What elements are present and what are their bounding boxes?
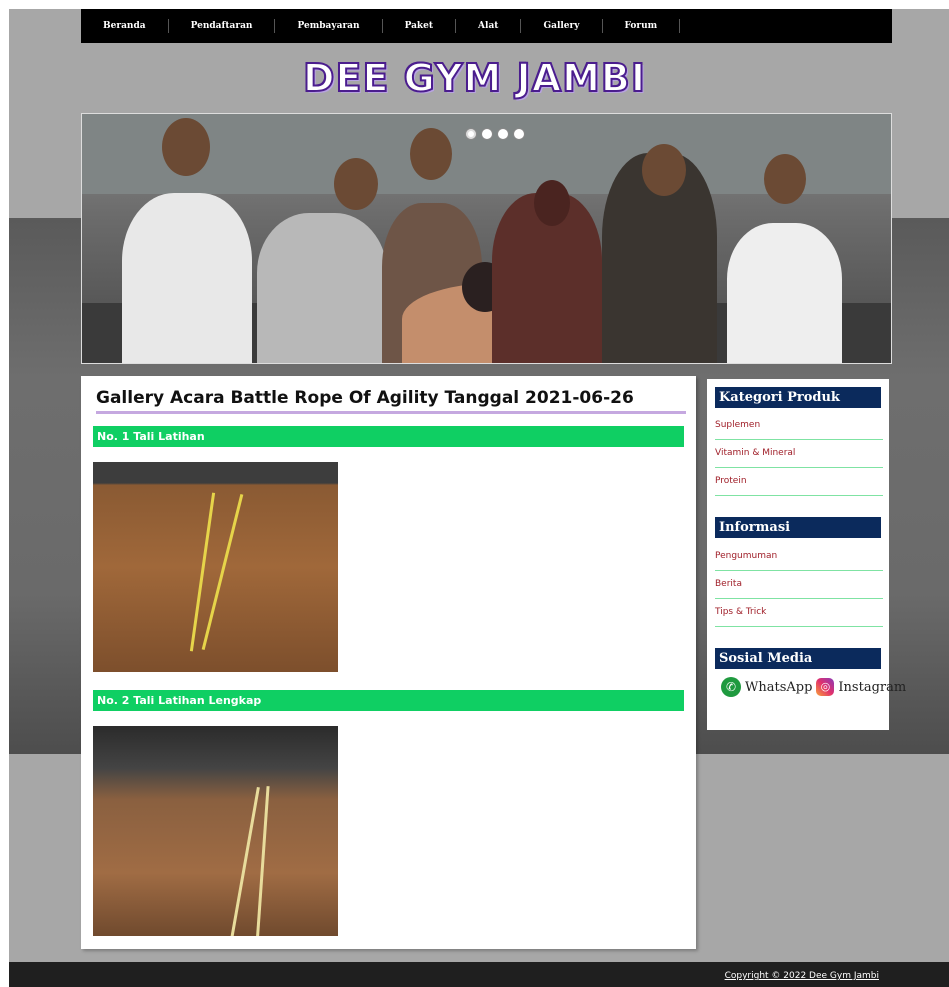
sidebar-link-pengumuman[interactable]: Pengumuman — [715, 543, 883, 571]
hero-slider — [81, 113, 892, 364]
nav-item-pembayaran[interactable]: Pembayaran — [275, 19, 383, 33]
footer: Copyright © 2022 Dee Gym Jambi — [9, 962, 949, 987]
page-title: Gallery Acara Battle Rope Of Agility Tan… — [96, 388, 686, 414]
main-content: Gallery Acara Battle Rope Of Agility Tan… — [81, 376, 696, 949]
whatsapp-link[interactable]: WhatsApp — [745, 680, 812, 695]
nav-item-forum[interactable]: Forum — [603, 19, 681, 33]
nav-item-paket[interactable]: Paket — [383, 19, 457, 33]
slider-dot[interactable] — [465, 128, 477, 140]
slider-dots — [465, 128, 525, 140]
nav-item-pendaftaran[interactable]: Pendaftaran — [169, 19, 276, 33]
gallery-photo[interactable] — [93, 726, 338, 936]
slider-dot[interactable] — [481, 128, 493, 140]
sidebar-link-tips-trick[interactable]: Tips & Trick — [715, 599, 883, 627]
instagram-link[interactable]: Instagram — [838, 680, 906, 695]
sidebar-heading-informasi: Informasi — [715, 517, 881, 538]
slider-dot[interactable] — [513, 128, 525, 140]
gallery-photo[interactable] — [93, 462, 338, 672]
rope-illustration — [255, 786, 270, 936]
sidebar-heading-kategori: Kategori Produk — [715, 387, 881, 408]
hero-person-head — [764, 154, 806, 204]
sidebar-link-suplemen[interactable]: Suplemen — [715, 412, 883, 440]
rope-illustration — [229, 786, 260, 936]
sidebar-link-vitamin-mineral[interactable]: Vitamin & Mineral — [715, 440, 883, 468]
nav-item-gallery[interactable]: Gallery — [521, 19, 603, 33]
sidebar: Kategori Produk Suplemen Vitamin & Miner… — [707, 379, 906, 730]
slider-dot[interactable] — [497, 128, 509, 140]
hero-person — [257, 213, 387, 363]
hero-person-head — [334, 158, 378, 210]
sidebar-heading-sosmed: Sosial Media — [715, 648, 881, 669]
section-heading: No. 2 Tali Latihan Lengkap — [93, 690, 684, 711]
site-logo-title[interactable]: DEE GYM JAMBI — [0, 55, 949, 101]
instagram-icon[interactable]: ◎ — [816, 678, 835, 696]
sidebar-link-protein[interactable]: Protein — [715, 468, 883, 496]
hero-person-head — [534, 180, 570, 226]
nav-item-alat[interactable]: Alat — [456, 19, 522, 33]
hero-person-head — [642, 144, 686, 196]
copyright-link[interactable]: Copyright © 2022 Dee Gym Jambi — [725, 971, 879, 981]
hero-person-head — [162, 118, 210, 176]
rope-illustration — [189, 492, 216, 652]
section-heading: No. 1 Tali Latihan — [93, 426, 684, 447]
whatsapp-icon[interactable]: ✆ — [721, 677, 741, 697]
sidebar-link-berita[interactable]: Berita — [715, 571, 883, 599]
top-nav: Beranda Pendaftaran Pembayaran Paket Ala… — [81, 9, 892, 43]
nav-item-beranda[interactable]: Beranda — [81, 19, 169, 33]
hero-person-head — [410, 128, 452, 180]
hero-person — [122, 193, 252, 363]
hero-person — [727, 223, 842, 363]
social-links: ✆ WhatsApp ◎ Instagram — [721, 677, 906, 697]
